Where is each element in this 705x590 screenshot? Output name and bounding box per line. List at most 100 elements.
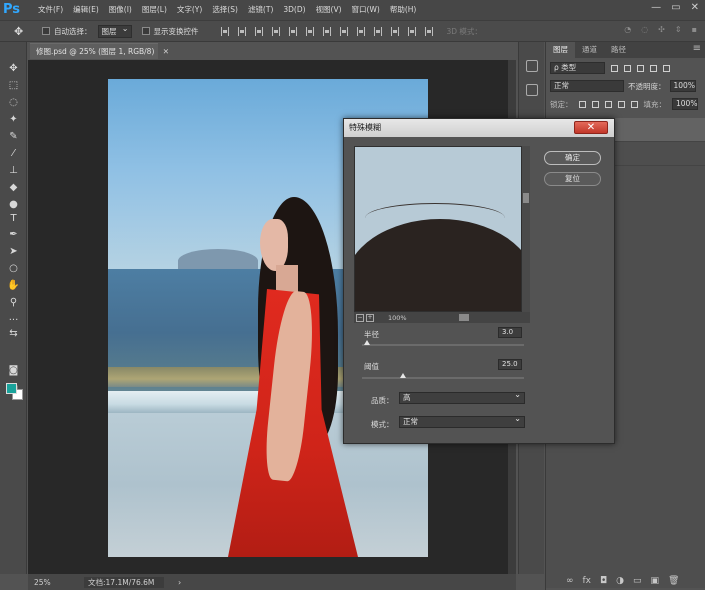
menu-layer[interactable]: 图层(L) — [137, 0, 172, 20]
more-tools-icon[interactable]: ··· — [5, 314, 22, 328]
magic-wand-tool-icon[interactable]: ✦ — [5, 113, 22, 127]
align-left-icon[interactable] — [271, 26, 280, 36]
filter-shape-icon[interactable] — [650, 64, 657, 72]
threshold-slider[interactable] — [362, 377, 524, 379]
link-layers-icon[interactable]: ∞ — [566, 576, 574, 586]
blur-tool-icon[interactable]: ● — [5, 198, 22, 212]
menu-filter[interactable]: 滤镜(T) — [243, 0, 278, 20]
menu-file[interactable]: 文件(F) — [33, 0, 68, 20]
menu-type[interactable]: 文字(Y) — [172, 0, 207, 20]
pen-tool-icon[interactable]: ✒ — [5, 228, 22, 242]
path-select-tool-icon[interactable]: ➤ — [5, 245, 22, 259]
menu-select[interactable]: 选择(S) — [207, 0, 243, 20]
auto-select-checkbox[interactable] — [42, 27, 50, 35]
dialog-close-icon[interactable]: ✕ — [574, 121, 608, 134]
brush-tool-icon[interactable]: ⁄ — [5, 147, 22, 161]
align-bottom-icon[interactable] — [254, 26, 263, 36]
reset-button[interactable]: 复位 — [544, 172, 601, 186]
zoom-out-icon[interactable]: − — [356, 313, 364, 322]
preview-scroll-thumb[interactable] — [523, 193, 529, 203]
threshold-slider-thumb[interactable] — [399, 373, 406, 378]
zoom-level-field[interactable]: 25% — [34, 578, 60, 587]
auto-select-dropdown[interactable]: 图层 — [97, 23, 132, 38]
quick-mask-icon[interactable]: ◙ — [5, 364, 22, 378]
3d-roll-icon[interactable]: ◌ — [641, 25, 648, 34]
eraser-tool-icon[interactable]: ◆ — [5, 181, 22, 195]
eyedropper-tool-icon[interactable]: ✎ — [5, 130, 22, 144]
align-hcenter-icon[interactable] — [288, 26, 297, 36]
distribute-hcenter-icon[interactable] — [390, 26, 399, 36]
delete-layer-icon[interactable]: 🗑 — [668, 576, 679, 586]
shape-tool-icon[interactable]: ○ — [5, 262, 22, 276]
document-close-icon[interactable]: ✕ — [163, 47, 169, 56]
hand-tool-icon[interactable]: ✋ — [5, 279, 22, 293]
threshold-input[interactable]: 25.0 — [498, 359, 522, 370]
zoom-tool-icon[interactable]: ⚲ — [5, 296, 22, 310]
align-right-icon[interactable] — [305, 26, 314, 36]
fill-field[interactable]: 100% — [672, 98, 698, 110]
minimize-icon[interactable]: — — [651, 2, 661, 13]
zoom-in-icon[interactable]: + — [366, 313, 374, 322]
radius-slider-thumb[interactable] — [363, 340, 370, 345]
lock-all-icon[interactable] — [630, 100, 638, 108]
blur-preview[interactable] — [354, 146, 522, 312]
new-group-icon[interactable]: ▭ — [633, 576, 642, 586]
menu-edit[interactable]: 编辑(E) — [68, 0, 104, 20]
lock-pixels-icon[interactable] — [578, 100, 586, 108]
properties-panel-icon[interactable] — [526, 84, 538, 96]
tab-paths[interactable]: 路径 — [604, 42, 633, 58]
auto-align-icon[interactable] — [424, 26, 433, 36]
filter-type-icon[interactable] — [637, 64, 644, 72]
distribute-right-icon[interactable] — [407, 26, 416, 36]
swap-colors-icon[interactable]: ⇆ — [5, 327, 22, 341]
new-layer-icon[interactable]: ▣ — [651, 576, 660, 586]
lock-artboard-icon[interactable] — [617, 100, 625, 108]
filter-adjustment-icon[interactable] — [624, 64, 631, 72]
close-icon[interactable]: ✕ — [691, 2, 699, 13]
preview-zoom-level[interactable]: 100% — [388, 314, 407, 322]
adjustment-layer-icon[interactable]: ◑ — [616, 576, 624, 586]
move-tool-icon[interactable]: ✥ — [5, 62, 22, 76]
foreground-color-swatch[interactable] — [6, 383, 17, 394]
menu-image[interactable]: 图像(I) — [104, 0, 137, 20]
mode-select[interactable]: 正常 — [399, 414, 525, 428]
3d-rotate-icon[interactable]: ◔ — [624, 25, 631, 34]
lock-paint-icon[interactable] — [591, 100, 599, 108]
preview-vertical-scrollbar[interactable] — [522, 146, 530, 312]
add-mask-icon[interactable]: ◘ — [600, 576, 607, 586]
panel-menu-icon[interactable]: ≡ — [693, 43, 701, 54]
move-tool-icon[interactable]: ✥ — [14, 25, 32, 38]
document-tab[interactable]: 修图.psd @ 25% (图层 1, RGB/8) ✕ — [30, 43, 169, 59]
menu-3d[interactable]: 3D(D) — [278, 0, 310, 20]
show-transform-checkbox[interactable] — [141, 27, 150, 35]
tab-channels[interactable]: 通道 — [575, 42, 604, 58]
marquee-tool-icon[interactable]: ⬚ — [5, 79, 22, 93]
type-tool-icon[interactable]: T — [5, 212, 22, 226]
menu-view[interactable]: 视图(V) — [311, 0, 347, 20]
layer-style-icon[interactable]: fx — [583, 576, 592, 586]
distribute-vcenter-icon[interactable] — [339, 26, 348, 36]
lock-position-icon[interactable] — [604, 100, 612, 108]
history-panel-icon[interactable] — [526, 60, 538, 72]
radius-slider[interactable] — [362, 344, 524, 346]
restore-icon[interactable]: ▭ — [671, 2, 680, 13]
filter-smart-object-icon[interactable] — [663, 64, 670, 72]
preview-horizontal-scroll-thumb[interactable] — [458, 314, 469, 321]
distribute-left-icon[interactable] — [373, 26, 382, 36]
filter-pixel-icon[interactable] — [611, 64, 618, 72]
distribute-bottom-icon[interactable] — [356, 26, 365, 36]
tab-layers[interactable]: 图层 — [546, 42, 575, 58]
status-menu-arrow-icon[interactable]: › — [178, 578, 181, 587]
distribute-top-icon[interactable] — [322, 26, 331, 36]
opacity-field[interactable]: 100% — [669, 80, 696, 92]
quality-select[interactable]: 高 — [399, 390, 525, 404]
align-vcenter-icon[interactable] — [237, 26, 246, 36]
blend-mode-select[interactable]: 正常 — [550, 80, 624, 92]
lasso-tool-icon[interactable]: ◌ — [5, 96, 22, 110]
3d-pan-icon[interactable]: ✣ — [658, 25, 665, 34]
3d-scale-icon[interactable]: ▪ — [692, 25, 697, 34]
layer-filter-kind[interactable]: ρ 类型 — [550, 62, 605, 74]
3d-slide-icon[interactable]: ⇕ — [675, 25, 682, 34]
radius-input[interactable]: 3.0 — [498, 327, 522, 338]
align-top-icon[interactable] — [220, 26, 229, 36]
